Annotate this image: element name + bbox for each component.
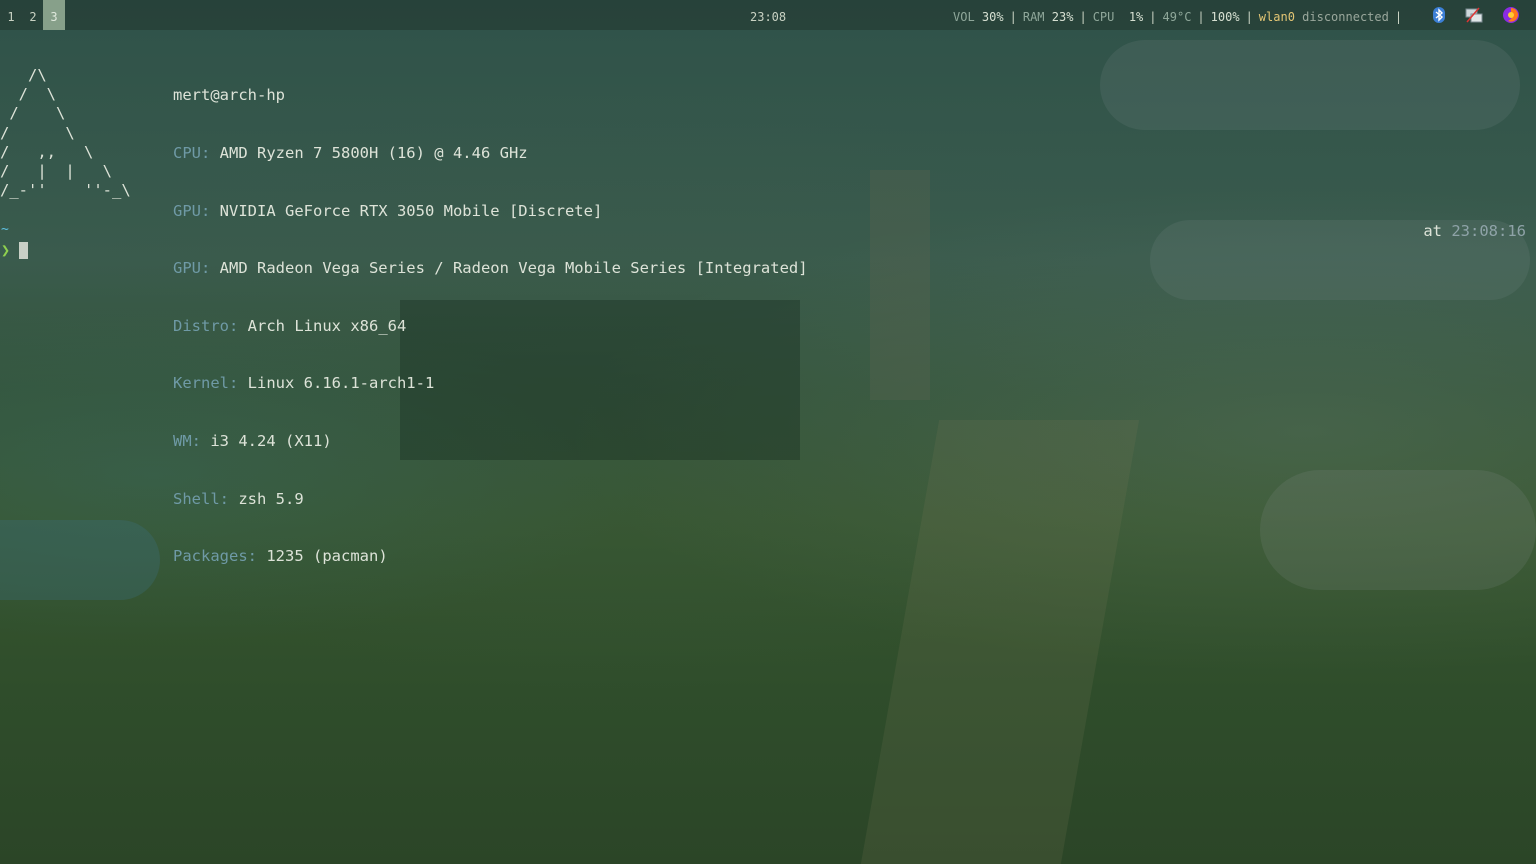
firefox-icon[interactable] bbox=[1502, 6, 1520, 24]
status-separator: | bbox=[1197, 10, 1205, 24]
user-host: mert@arch-hp bbox=[173, 86, 285, 105]
workspace-button-3[interactable]: 3 bbox=[43, 0, 65, 30]
info-row: WM: i3 4.24 (X11) bbox=[173, 432, 808, 451]
background-tower bbox=[870, 170, 930, 400]
info-value: AMD Radeon Vega Series / Radeon Vega Mob… bbox=[219, 259, 808, 278]
wlan-interface: wlan0 bbox=[1258, 10, 1295, 24]
cpu-label: CPU bbox=[1092, 10, 1115, 24]
info-value: Arch Linux x86_64 bbox=[247, 316, 407, 335]
info-key: Packages: bbox=[173, 547, 257, 566]
info-row: Distro: Arch Linux x86_64 bbox=[173, 317, 808, 336]
temperature-value: 49°C bbox=[1162, 10, 1192, 24]
ram-label: RAM bbox=[1022, 10, 1045, 24]
status-separator: | bbox=[1149, 10, 1157, 24]
network-manager-icon[interactable] bbox=[1465, 6, 1483, 24]
terminal-cursor[interactable] bbox=[19, 242, 28, 259]
status-separator: | bbox=[1079, 10, 1087, 24]
wlan-state: disconnected bbox=[1302, 10, 1389, 24]
info-row: Packages: 1235 (pacman) bbox=[173, 547, 808, 566]
workspace-button-2[interactable]: 2 bbox=[22, 0, 44, 30]
info-row: GPU: NVIDIA GeForce RTX 3050 Mobile [Dis… bbox=[173, 202, 808, 221]
background-lake bbox=[0, 520, 160, 600]
battery-value: 100% bbox=[1210, 10, 1240, 24]
info-value: zsh 5.9 bbox=[238, 489, 304, 508]
status-blocks: VOL 30% | RAM 23% | CPU 1% | 49°C | 100% | wlan0 d… bbox=[953, 0, 1408, 34]
info-row: CPU: AMD Ryzen 7 5800H (16) @ 4.46 GHz bbox=[173, 144, 808, 163]
info-row: Kernel: Linux 6.16.1-arch1-1 bbox=[173, 374, 808, 393]
status-separator: | bbox=[1394, 10, 1403, 24]
info-key: Distro: bbox=[173, 316, 239, 335]
info-value: i3 4.24 (X11) bbox=[210, 431, 332, 450]
status-separator: | bbox=[1009, 10, 1017, 24]
fastfetch-info: mert@arch-hp CPU: AMD Ryzen 7 5800H (16)… bbox=[173, 48, 808, 586]
i3-status-bar: 1 2 3 23:08 VOL 30% | RAM 23% | CPU 1% | 49°C |… bbox=[0, 0, 1536, 30]
bar-clock: 23:08 bbox=[750, 10, 787, 24]
info-key: CPU: bbox=[173, 144, 211, 162]
volume-value: 30% bbox=[981, 10, 1004, 24]
arch-ascii-logo: /\ / \ / \ / \ / ,, \ / | | \ /_-'' ''-_… bbox=[0, 66, 131, 200]
cwd-indicator: ~ bbox=[1, 222, 9, 237]
status-separator: | bbox=[1245, 10, 1253, 24]
bluetooth-icon[interactable] bbox=[1430, 6, 1448, 24]
background-cloud bbox=[1100, 40, 1520, 130]
info-key: Kernel: bbox=[173, 374, 239, 393]
prompt-symbol: ❯ bbox=[1, 241, 11, 259]
info-value: 1235 (pacman) bbox=[266, 547, 388, 566]
volume-label: VOL bbox=[953, 10, 975, 24]
rprompt-time: 23:08:16 bbox=[1451, 222, 1526, 240]
info-value: AMD Ryzen 7 5800H (16) @ 4.46 GHz bbox=[219, 144, 528, 162]
info-key: GPU: bbox=[173, 201, 211, 220]
right-prompt: at 23:08:16 bbox=[1423, 222, 1526, 240]
ram-value: 23% bbox=[1051, 10, 1074, 24]
background-cliff bbox=[860, 420, 1140, 864]
info-key: WM: bbox=[173, 431, 201, 450]
info-key: Shell: bbox=[173, 489, 229, 508]
rprompt-prefix: at bbox=[1423, 222, 1442, 240]
info-row: Shell: zsh 5.9 bbox=[173, 490, 808, 509]
background-cloud bbox=[1260, 470, 1536, 590]
workspace-button-1[interactable]: 1 bbox=[0, 0, 22, 30]
info-value: Linux 6.16.1-arch1-1 bbox=[247, 374, 435, 393]
cpu-value: 1% bbox=[1128, 10, 1144, 24]
info-row: GPU: AMD Radeon Vega Series / Radeon Veg… bbox=[173, 259, 808, 278]
info-key: GPU: bbox=[173, 259, 211, 278]
info-value: NVIDIA GeForce RTX 3050 Mobile [Discrete… bbox=[219, 201, 603, 220]
